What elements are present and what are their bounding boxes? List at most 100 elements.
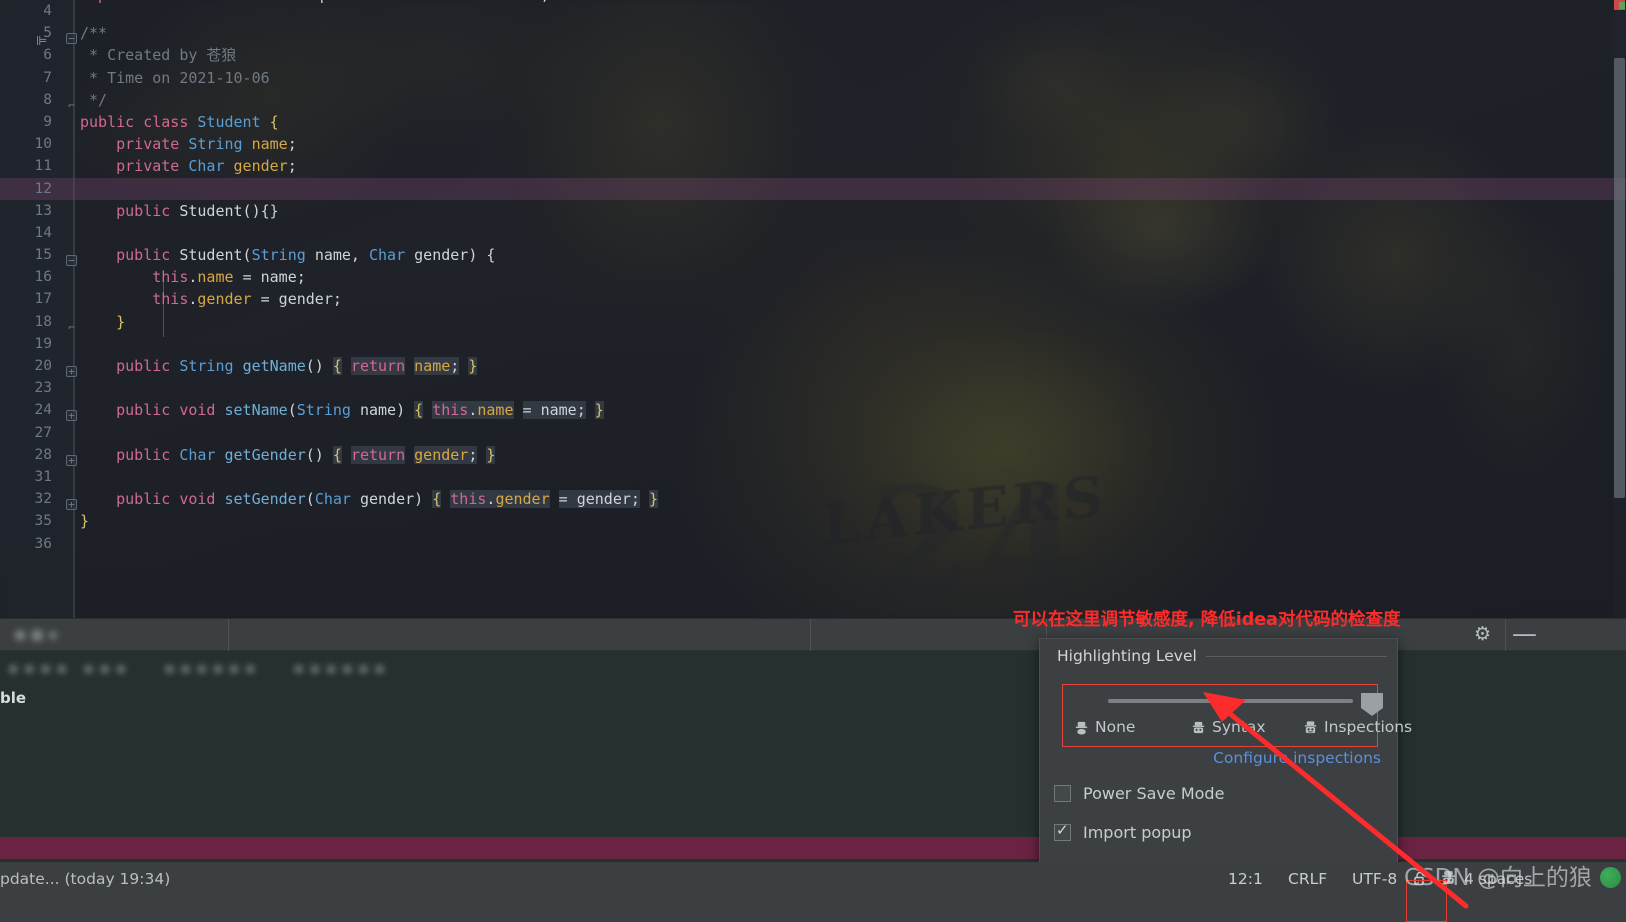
line-number: 4 (43, 3, 52, 19)
configure-inspections-link[interactable]: Configure inspections (1213, 749, 1381, 767)
fold-minus-icon[interactable]: − (66, 248, 79, 267)
code-row: 9 public class Student { (0, 111, 1626, 133)
fold-plus-icon[interactable]: + (66, 492, 79, 511)
line-number: 16 (34, 269, 52, 286)
line-number: 35 (34, 513, 52, 530)
highlighting-slider-region[interactable]: None Syntax Inspections (1062, 684, 1412, 747)
line-number: 15 (34, 247, 52, 264)
tool-window-label: ble (0, 689, 27, 707)
tool-window-tab-blurred[interactable]: ● ■ ▪ (14, 627, 58, 643)
code-lines: import com.alibaba.druid.sql.visitor.fun… (0, 0, 1626, 555)
code-row: 31 (0, 466, 1626, 488)
code-editor[interactable]: ⊫ import com.alibaba.druid.sql.visitor.f… (0, 0, 1626, 618)
line-number: 36 (34, 535, 52, 552)
import-popup-checkbox-row[interactable]: Import popup (1054, 821, 1192, 842)
code-row: 6 * Created by 苍狼 (0, 44, 1626, 66)
tab-divider (1505, 619, 1506, 651)
status-bar[interactable]: pdate... (today 19:34) 12:1 CRLF UTF-8 4… (0, 862, 1626, 922)
popup-header: Highlighting Level (1057, 645, 1387, 667)
line-number: 10 (34, 136, 52, 153)
fold-plus-icon[interactable]: + (66, 448, 79, 466)
code-row: 15 − public Student(String name, Char ge… (0, 244, 1626, 267)
import-popup-label: Import popup (1083, 823, 1192, 842)
slider-option-label: None (1095, 718, 1136, 736)
code-row: 27 (0, 422, 1626, 444)
code-row: 35 } (0, 510, 1626, 532)
inspection-hat-icon (1191, 720, 1206, 735)
line-number: 7 (43, 69, 52, 86)
popup-title: Highlighting Level (1057, 647, 1197, 665)
line-number: 17 (34, 291, 52, 308)
editor-vertical-scrollbar[interactable] (1613, 0, 1626, 618)
code-row: 28 + public Char getGender() { return ge… (0, 444, 1626, 466)
minimize-icon[interactable]: — (1512, 619, 1537, 648)
highlighting-slider-thumb[interactable] (1361, 693, 1383, 716)
fold-end-icon[interactable]: ⌐ (66, 93, 79, 111)
warning-stripe-marker[interactable] (1619, 2, 1625, 9)
code-row: 4 (0, 0, 1626, 22)
code-row: 13 public Student(){} (0, 200, 1626, 222)
code-text: * Time on 2021-10-06 (80, 68, 270, 87)
power-save-mode-checkbox-row[interactable]: Power Save Mode (1054, 784, 1224, 803)
slider-option-inspections[interactable]: Inspections (1303, 718, 1412, 736)
watermark-dot-green (1600, 867, 1622, 888)
line-number: 28 (34, 446, 52, 463)
code-row: 23 (0, 377, 1626, 399)
code-row: 5 − /** (0, 22, 1626, 45)
gear-icon[interactable]: ⚙ (1474, 623, 1491, 645)
slider-option-label: Inspections (1324, 718, 1413, 736)
code-row: 11 private Char gender; (0, 155, 1626, 177)
power-save-mode-checkbox[interactable] (1054, 785, 1071, 802)
watermark: CSDN @向上的狼 (1404, 858, 1626, 892)
popup-title-separator (1205, 655, 1387, 657)
slider-option-syntax[interactable]: Syntax (1191, 718, 1266, 736)
caret-position-status[interactable]: 12:1 (1228, 870, 1263, 888)
fold-minus-icon[interactable]: − (66, 26, 79, 45)
line-number: 32 (34, 491, 52, 508)
code-row: 36 (0, 533, 1626, 555)
line-number: 23 (34, 380, 52, 397)
caret-line-row: 12 (0, 177, 1626, 200)
code-row: 8 ⌐ */ (0, 89, 1626, 111)
line-number: 27 (34, 424, 52, 441)
annotation-text: 可以在这里调节敏感度, 降低idea对代码的检查度 (1013, 610, 1401, 630)
import-popup-checkbox[interactable] (1054, 821, 1071, 841)
fold-end-icon[interactable]: ⌐ (66, 315, 79, 333)
code-row: 19 (0, 333, 1626, 355)
code-text: * Created by 苍狼 (80, 46, 237, 65)
tab-divider (228, 619, 229, 651)
slider-option-none[interactable]: None (1074, 718, 1135, 736)
highlighting-slider-labels: None Syntax Inspections (1063, 718, 1412, 746)
tab-divider (810, 619, 811, 651)
code-row: 18 ⌐ } (0, 311, 1626, 333)
line-number: 11 (34, 158, 52, 175)
slider-option-label: Syntax (1212, 718, 1266, 736)
highlighting-level-popup[interactable]: Highlighting Level None Syntax Inspectio… (1039, 638, 1412, 863)
status-message[interactable]: pdate... (today 19:34) (0, 870, 170, 888)
code-row: 7 * Time on 2021-10-06 (0, 67, 1626, 89)
line-number: 31 (34, 468, 52, 485)
encoding-status[interactable]: UTF-8 (1352, 870, 1397, 888)
line-number: 6 (43, 47, 52, 64)
line-number: 19 (34, 335, 52, 352)
code-text: /** (80, 24, 108, 43)
line-number: 18 (34, 313, 52, 330)
scrollbar-thumb[interactable] (1614, 58, 1625, 498)
code-row: 17 this.gender = gender; (0, 288, 1626, 310)
power-save-mode-label: Power Save Mode (1083, 784, 1225, 803)
fold-plus-icon[interactable]: + (66, 403, 79, 422)
code-row: 10 private String name; (0, 133, 1626, 155)
watermark-text: CSDN @向上的狼 (1404, 865, 1592, 891)
line-number: 12 (34, 180, 52, 197)
inspection-hat-icon (1074, 720, 1089, 735)
code-row: 24 + public void setName(String name) { … (0, 399, 1626, 422)
fold-plus-icon[interactable]: + (66, 359, 79, 377)
line-number: 20 (34, 358, 52, 374)
line-number: 5 (43, 25, 52, 42)
line-number: 13 (34, 202, 52, 219)
line-separator-status[interactable]: CRLF (1288, 870, 1327, 888)
highlighting-slider-track[interactable] (1108, 699, 1353, 703)
line-number: 9 (43, 113, 52, 130)
line-number: 8 (43, 91, 52, 108)
code-row: 32 + public void setGender(Char gender) … (0, 488, 1626, 511)
